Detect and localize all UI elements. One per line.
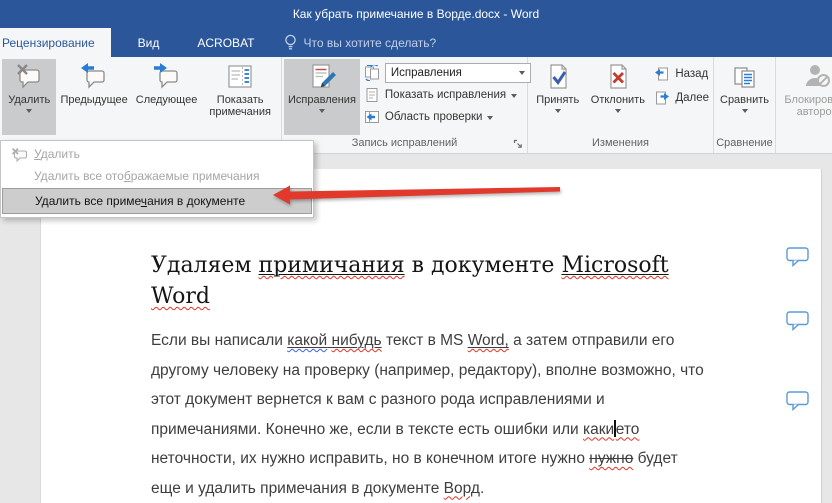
display-for-review-value: Исправления [391, 67, 462, 79]
document-paragraph: Если вы написали какой нибудь текст в MS… [151, 326, 801, 503]
group-compare: Сравнить Сравнение [714, 57, 776, 153]
tab-view[interactable]: Вид [123, 28, 175, 57]
show-comments-icon [225, 62, 255, 92]
show-markup-label: Показать исправления [385, 89, 506, 101]
group-comments: Удалить Предыдущее Следующее [0, 57, 282, 153]
next-comment-label: Следующее [136, 94, 198, 106]
compare-dropdown-caret [742, 109, 748, 113]
reviewing-pane-caret [487, 116, 493, 120]
next-change-button[interactable]: Далее [654, 89, 709, 107]
show-comments-label: Показать примечания [205, 94, 275, 118]
track-changes-button[interactable]: Исправления [284, 59, 360, 135]
tab-view-label: Вид [138, 36, 160, 50]
display-for-review-caret [519, 71, 525, 75]
display-for-review-row: Исправления [364, 63, 531, 83]
track-changes-icon [307, 62, 337, 92]
show-markup-icon [364, 87, 380, 103]
lightbulb-icon [284, 33, 297, 52]
group-compare-label: Сравнение [714, 135, 775, 153]
display-for-review-icon [364, 65, 380, 81]
group-changes: Принять Отклонить [528, 57, 714, 153]
comment-bubble-icon-1[interactable] [786, 247, 810, 267]
menu-item-delete-all-in-document[interactable]: Удалить все примечания в документе [2, 188, 312, 214]
menu-item-delete-all-shown[interactable]: Удалить все отображаемые примечания [1, 165, 313, 187]
group-tracking: Исправления Исправления [282, 57, 528, 153]
next-comment-icon [152, 62, 182, 92]
compare-button[interactable]: Сравнить [716, 59, 773, 135]
show-markup-caret [511, 94, 517, 98]
reject-button[interactable]: Отклонить [585, 59, 650, 135]
menu-item-delete-label: Удалить [34, 147, 80, 161]
accept-dropdown-caret [555, 109, 561, 113]
menu-item-delete[interactable]: Удалить [1, 143, 313, 165]
delete-dropdown-caret [26, 109, 32, 113]
back-label: Назад [675, 68, 708, 80]
tell-me-box[interactable]: Что вы хотите сделать? [284, 28, 437, 57]
display-for-review-combobox[interactable]: Исправления [385, 63, 531, 83]
block-authors-icon [802, 62, 832, 92]
tab-acrobat[interactable]: ACROBAT [182, 28, 269, 57]
document-heading: Удаляем примичания в документе Microsoft… [151, 250, 791, 312]
titlebar: Как убрать примечание в Ворде.docx - Wor… [0, 0, 832, 28]
back-button[interactable]: Назад [654, 65, 709, 83]
block-authors-button[interactable]: Блокировать авторов [778, 59, 832, 135]
previous-comment-label: Предыдущее [60, 94, 127, 106]
document-page[interactable]: Удаляем примичания в документе Microsoft… [40, 169, 822, 503]
reject-icon [603, 62, 633, 92]
comment-bubble-icon-3[interactable] [786, 391, 810, 411]
delete-comment-label: Удалить [8, 94, 50, 106]
delete-comment-button[interactable]: Удалить [2, 59, 56, 135]
tell-me-label: Что вы хотите сделать? [304, 36, 437, 50]
accept-label: Принять [536, 94, 579, 106]
word-window: Как убрать примечание в Ворде.docx - Wor… [0, 0, 832, 503]
accept-button[interactable]: Принять [530, 59, 585, 135]
block-authors-label: Блокировать авторов [782, 94, 832, 118]
ribbon-tabs: Рецензирование Вид ACROBAT Что вы хотите… [0, 28, 832, 57]
reject-dropdown-caret [615, 109, 621, 113]
show-markup-button[interactable]: Показать исправления [364, 85, 531, 105]
track-changes-dropdown-caret [319, 109, 325, 113]
next-comment-button[interactable]: Следующее [132, 59, 202, 135]
group-changes-label: Изменения [528, 135, 713, 153]
next-change-label: Далее [675, 92, 709, 104]
previous-comment-icon [79, 62, 109, 92]
compare-label: Сравнить [720, 94, 769, 106]
delete-menu: Удалить Удалить все отображаемые примеча… [0, 140, 314, 218]
tab-review[interactable]: Рецензирование [0, 28, 111, 57]
accept-icon [543, 62, 573, 92]
show-comments-button[interactable]: Показать примечания [201, 59, 279, 135]
menu-item-delete-all-shown-label: Удалить все отображаемые примечания [34, 169, 259, 183]
tracking-dialog-launcher[interactable] [513, 139, 523, 149]
track-changes-label: Исправления [288, 94, 356, 106]
delete-comment-small-icon [7, 147, 31, 162]
reviewing-pane-button[interactable]: Область проверки [364, 107, 531, 127]
next-change-icon [654, 90, 670, 106]
previous-comment-button[interactable]: Предыдущее [56, 59, 131, 135]
comment-bubble-icon-2[interactable] [786, 311, 810, 331]
tab-review-label: Рецензирование [2, 36, 95, 50]
group-tracking-label: Запись исправлений [282, 135, 527, 153]
tab-acrobat-label: ACROBAT [197, 36, 254, 50]
compare-icon [730, 62, 760, 92]
back-icon [654, 66, 670, 82]
reviewing-pane-label: Область проверки [385, 111, 483, 123]
group-protect-label [776, 135, 832, 153]
menu-item-delete-all-in-document-label: Удалить все примечания в документе [35, 194, 245, 208]
window-title: Как убрать примечание в Ворде.docx - Wor… [293, 7, 539, 21]
reviewing-pane-icon [364, 109, 380, 125]
reject-label: Отклонить [591, 94, 645, 106]
delete-comment-icon [14, 62, 44, 92]
group-protect: Блокировать авторов [776, 57, 832, 153]
